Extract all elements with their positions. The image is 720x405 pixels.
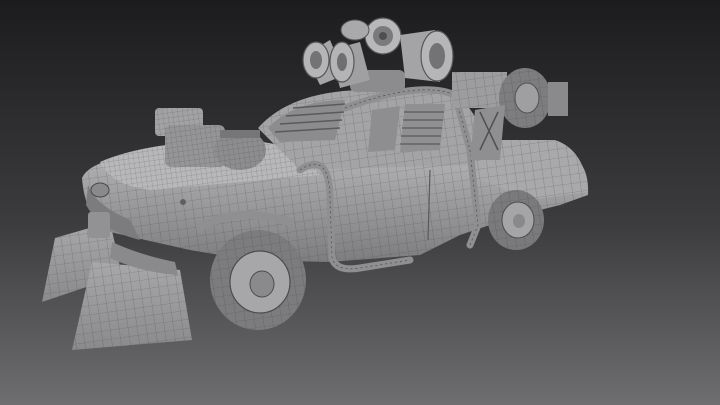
rear-wheel <box>488 190 544 250</box>
3d-viewport[interactable] <box>0 0 720 405</box>
model-render <box>0 0 720 405</box>
front-wheel <box>210 230 306 330</box>
